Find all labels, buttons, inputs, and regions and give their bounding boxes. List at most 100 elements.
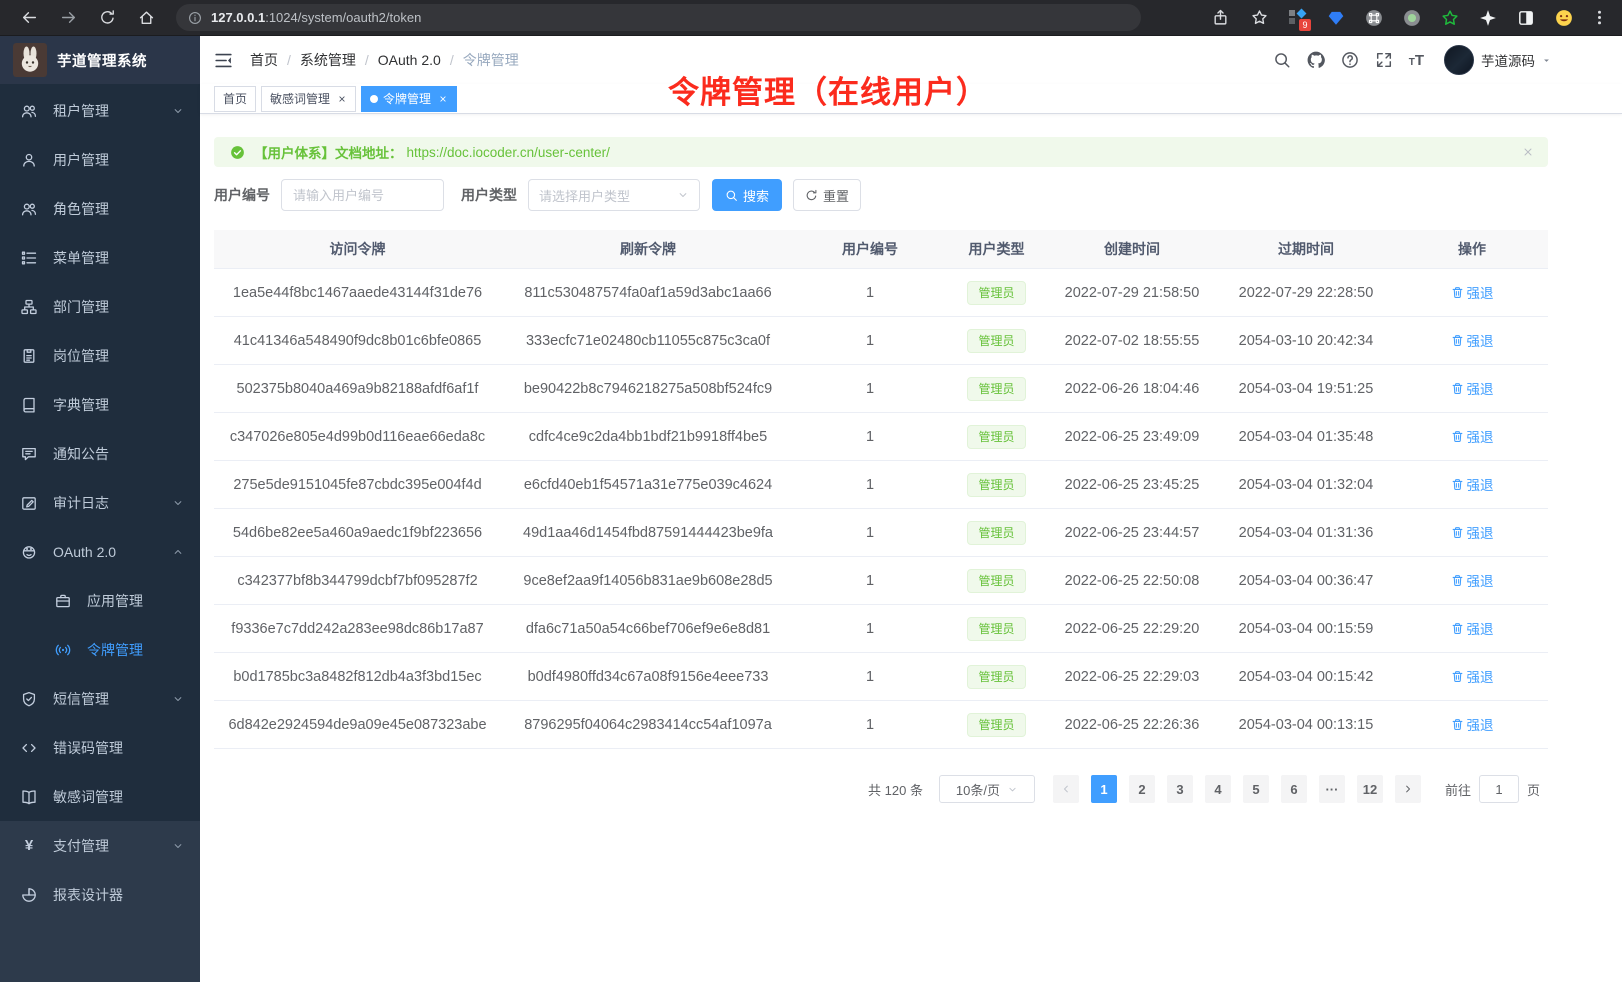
emoji-extension-icon[interactable] — [1555, 9, 1573, 27]
sidebar-item-17[interactable]: 报表设计器 — [0, 870, 200, 919]
command-extension-icon[interactable] — [1365, 9, 1383, 27]
sidebar-item-10[interactable]: OAuth 2.0 — [0, 527, 200, 576]
cell-create_time: 2022-07-02 18:55:55 — [1048, 333, 1216, 349]
breadcrumb-item-1[interactable]: 首页 — [250, 50, 278, 70]
cell-action: 强退 — [1396, 522, 1548, 543]
sidebar-item-8[interactable]: 通知公告 — [0, 429, 200, 478]
sidebar-item-5[interactable]: 部门管理 — [0, 282, 200, 331]
page-button-3[interactable]: 3 — [1167, 775, 1193, 803]
share-icon[interactable] — [1212, 9, 1229, 26]
fullscreen-icon[interactable] — [1375, 51, 1393, 69]
force-logout-button[interactable]: 强退 — [1451, 666, 1494, 686]
tab-2[interactable]: 敏感词管理 — [261, 86, 356, 112]
browser-menu-icon[interactable] — [1591, 9, 1608, 26]
user-type-select[interactable]: 请选择用户类型 — [528, 179, 700, 211]
reset-button[interactable]: 重置 — [793, 179, 861, 211]
site-info-icon[interactable] — [188, 11, 202, 25]
tab-close-icon[interactable] — [438, 94, 448, 104]
star-extension-icon[interactable] — [1441, 9, 1459, 27]
bookmark-star-icon[interactable] — [1251, 9, 1268, 26]
user-avatar[interactable] — [1444, 45, 1474, 75]
force-logout-button[interactable]: 强退 — [1451, 378, 1494, 398]
username[interactable]: 芋道源码 — [1481, 50, 1535, 70]
page-button-5[interactable]: 5 — [1243, 775, 1269, 803]
user-type-label: 用户类型 — [461, 185, 517, 205]
back-icon[interactable] — [21, 9, 38, 26]
sidebar-item-9[interactable]: 审计日志 — [0, 478, 200, 527]
column-header-expire_time: 过期时间 — [1216, 239, 1396, 259]
home-icon[interactable] — [138, 9, 155, 26]
chevron-up-icon — [172, 546, 184, 558]
search-icon[interactable] — [1273, 51, 1291, 69]
tab-close-icon[interactable] — [337, 94, 347, 104]
forward-icon[interactable] — [60, 9, 77, 26]
force-logout-button[interactable]: 强退 — [1451, 714, 1494, 734]
sidebar-item-11[interactable]: 应用管理 — [0, 576, 200, 625]
force-logout-button[interactable]: 强退 — [1451, 522, 1494, 542]
sidebar-item-12[interactable]: 令牌管理 — [0, 625, 200, 674]
force-logout-button[interactable]: 强退 — [1451, 330, 1494, 350]
breadcrumb-item-3[interactable]: OAuth 2.0 — [378, 52, 441, 68]
active-tab-dot — [370, 95, 378, 103]
reload-icon[interactable] — [99, 9, 116, 26]
recorder-extension-icon[interactable] — [1403, 9, 1421, 27]
doc-alert: 【用户体系】文档地址： https://doc.iocoder.cn/user-… — [214, 137, 1548, 167]
sidebar-item-1[interactable]: 租户管理 — [0, 86, 200, 135]
page-button-2[interactable]: 2 — [1129, 775, 1155, 803]
doc-link[interactable]: https://doc.iocoder.cn/user-center/ — [407, 145, 610, 160]
page-button-1[interactable]: 1 — [1091, 775, 1117, 803]
sidebar-item-16[interactable]: ¥支付管理 — [0, 821, 200, 870]
page-content: 【用户体系】文档地址： https://doc.iocoder.cn/user-… — [214, 137, 1548, 803]
goto-page-input[interactable] — [1479, 775, 1519, 803]
sidebar-item-13[interactable]: 短信管理 — [0, 674, 200, 723]
help-icon[interactable] — [1341, 51, 1359, 69]
burst-extension-icon[interactable] — [1479, 9, 1497, 27]
sidebar-item-label: 应用管理 — [87, 591, 184, 611]
next-page-button[interactable] — [1395, 775, 1421, 803]
cell-expire_time: 2054-03-04 00:36:47 — [1216, 573, 1396, 589]
sidebar-item-7[interactable]: 字典管理 — [0, 380, 200, 429]
search-button[interactable]: 搜索 — [712, 179, 782, 211]
cell-action: 强退 — [1396, 714, 1548, 735]
page-size-select[interactable]: 10条/页 — [939, 775, 1035, 803]
tab-1[interactable]: 首页 — [214, 86, 256, 112]
alert-close-icon[interactable] — [1522, 146, 1534, 158]
force-logout-button[interactable]: 强退 — [1451, 426, 1494, 446]
sidebar-item-15[interactable]: 敏感词管理 — [0, 772, 200, 821]
chevron-right-icon — [1402, 783, 1414, 795]
force-logout-button[interactable]: 强退 — [1451, 282, 1494, 302]
page-button-4[interactable]: 4 — [1205, 775, 1231, 803]
cell-create_time: 2022-06-26 18:04:46 — [1048, 381, 1216, 397]
page-button-6[interactable]: 6 — [1281, 775, 1307, 803]
sidebar-item-3[interactable]: 角色管理 — [0, 184, 200, 233]
prev-page-button[interactable] — [1053, 775, 1079, 803]
alert-text: 【用户体系】文档地址： — [254, 142, 403, 162]
page-ellipsis[interactable]: ··· — [1319, 775, 1345, 803]
force-logout-button[interactable]: 强退 — [1451, 618, 1494, 638]
sidebar-item-label: 岗位管理 — [53, 346, 184, 366]
split-screen-extension-icon[interactable] — [1517, 9, 1535, 27]
extension-grid-icon[interactable]: 9 — [1289, 9, 1307, 27]
font-size-icon[interactable]: TT — [1409, 52, 1424, 69]
address-bar[interactable]: 127.0.0.1:1024/system/oauth2/token — [176, 4, 1141, 31]
force-logout-button[interactable]: 强退 — [1451, 570, 1494, 590]
tab-3[interactable]: 令牌管理 — [361, 86, 457, 112]
gem-extension-icon[interactable] — [1327, 9, 1345, 27]
user-id-input[interactable] — [281, 179, 444, 211]
force-logout-button[interactable]: 强退 — [1451, 474, 1494, 494]
sidebar-item-6[interactable]: 岗位管理 — [0, 331, 200, 380]
sidebar-collapse-icon[interactable] — [214, 51, 233, 70]
sidebar-item-4[interactable]: 菜单管理 — [0, 233, 200, 282]
github-icon[interactable] — [1307, 51, 1325, 69]
sidebar-item-2[interactable]: 用户管理 — [0, 135, 200, 184]
cell-user_id: 1 — [795, 333, 945, 349]
page-button-12[interactable]: 12 — [1357, 775, 1383, 803]
user-menu-caret-icon[interactable] — [1541, 55, 1552, 66]
sidebar-item-14[interactable]: 错误码管理 — [0, 723, 200, 772]
app-logo[interactable]: 芋道管理系统 — [0, 36, 200, 84]
cell-create_time: 2022-07-29 21:58:50 — [1048, 285, 1216, 301]
breadcrumb-item-2[interactable]: 系统管理 — [300, 50, 356, 70]
cell-access_token: 275e5de9151045fe87cbdc395e004f4d — [214, 477, 501, 493]
column-header-action: 操作 — [1396, 239, 1548, 259]
table-row: 1ea5e44f8bc1467aaede43144f31de76811c5304… — [214, 269, 1548, 317]
